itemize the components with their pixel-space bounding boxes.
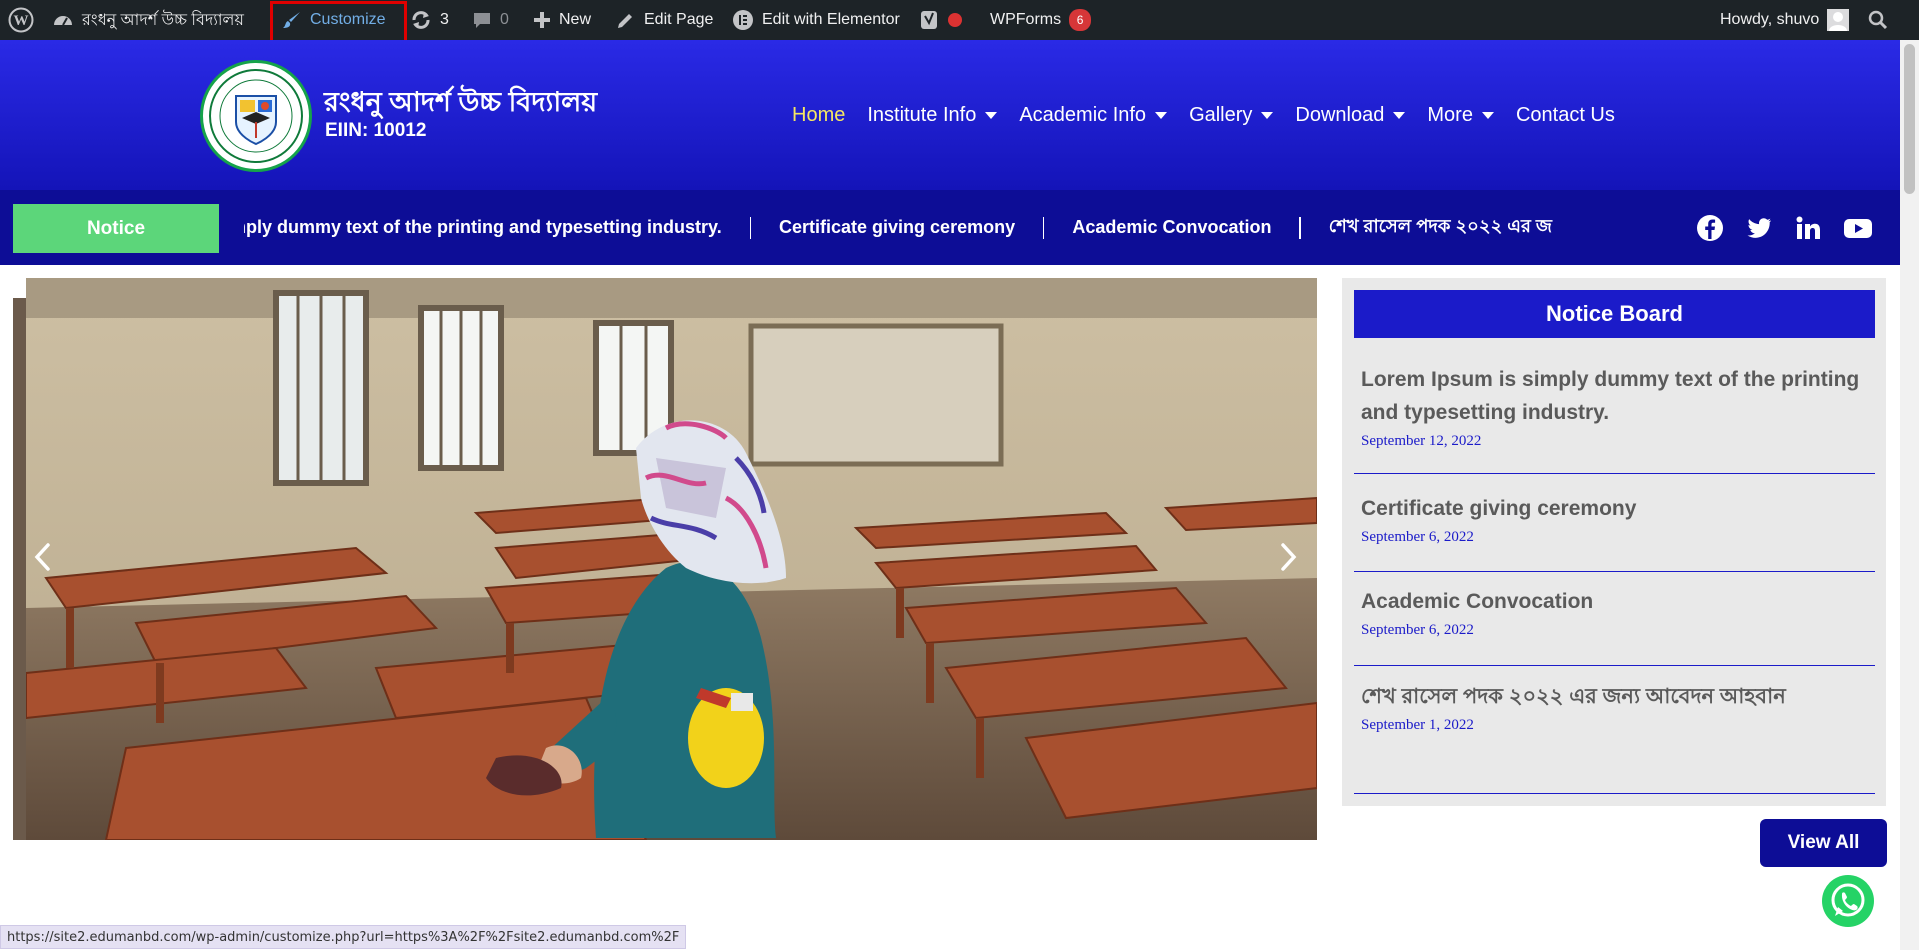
ticker-item[interactable]: : simply dummy text of the printing and … [244,217,750,238]
edit-page-label: Edit Page [644,11,714,28]
notice-board: Notice Board Lorem Ipsum is simply dummy… [1342,278,1886,806]
nav-academic-info[interactable]: Academic Info [1019,104,1168,127]
chevron-down-icon [985,112,998,119]
edit-page-link[interactable]: Edit Page [616,0,713,40]
nav-download-label: Download [1295,104,1385,126]
ticker-separator [749,216,752,239]
admin-site-link[interactable]: রংধনু আদর্শ উচ্চ বিদ্যালয় [52,0,244,40]
updates-refresh-icon [412,11,430,29]
nav-institute-info-label: Institute Info [867,104,977,126]
nav-gallery-label: Gallery [1189,104,1253,126]
chevron-left-icon [34,543,50,571]
updates-count: 3 [440,11,449,28]
view-all-button[interactable]: View All [1760,819,1887,867]
ticker-separator [1299,216,1301,239]
main-navigation: Home Institute Info Academic Info Galler… [792,104,1615,127]
wordpress-icon: W [8,7,34,33]
site-header: রংধনু আদর্শ উচ্চ বিদ্যালয় EIIN: 10012 H… [0,40,1900,190]
nav-more-label: More [1427,104,1473,126]
notice-board-item[interactable]: Certificate giving ceremony September 6,… [1354,492,1875,572]
comments-count: 0 [500,11,509,28]
avatar [1827,9,1850,31]
edit-with-elementor-link[interactable]: Edit with Elementor [732,0,900,40]
comments-link[interactable]: 0 [472,0,509,40]
nav-home[interactable]: Home [792,104,845,127]
notice-title[interactable]: Academic Convocation [1361,585,1868,618]
whatsapp-chat-button[interactable] [1821,874,1875,928]
wpforms-label: WPForms [990,11,1062,28]
twitter-icon[interactable] [1745,214,1773,242]
chevron-down-icon [1261,112,1274,119]
yoast-icon [921,11,937,29]
scrollbar-thumb[interactable] [1904,44,1915,194]
notice-ticker-strip: Notice : simply dummy text of the printi… [0,190,1900,265]
seo-status-dot-icon [948,13,962,27]
notice-title[interactable]: Lorem Ipsum is simply dummy text of the … [1361,363,1868,429]
admin-site-name: রংধনু আদর্শ উচ্চ বিদ্যালয় [82,11,244,29]
wpforms-link[interactable]: WPForms 6 [990,0,1092,40]
notice-board-item[interactable]: Academic Convocation September 6, 2022 [1354,585,1875,666]
chevron-right-icon [1281,543,1297,571]
updates-link[interactable]: 3 [410,0,449,40]
social-links [1696,214,1873,242]
chevron-down-icon [1155,112,1168,119]
search-icon [1868,10,1888,30]
nav-institute-info[interactable]: Institute Info [867,104,998,127]
chevron-down-icon [1393,112,1406,119]
notice-board-title: Notice Board [1354,290,1875,338]
plus-icon [534,12,550,28]
school-logo[interactable] [200,60,312,172]
nav-gallery[interactable]: Gallery [1189,104,1274,127]
ticker-item[interactable]: Academic Convocation [1072,217,1299,238]
classroom-photo [26,278,1317,840]
dashboard-gauge-icon [54,16,72,26]
school-crest-icon [209,69,303,163]
ticker-item[interactable]: শেখ রাসেল পদক ২০২২ এর জ [1329,212,1580,243]
site-eiin: EIIN: 10012 [325,120,427,141]
pencil-icon [618,14,632,28]
notice-title[interactable]: Certificate giving ceremony [1361,492,1868,525]
notice-board-item[interactable]: Lorem Ipsum is simply dummy text of the … [1354,360,1875,474]
wpforms-badge: 6 [1069,9,1092,31]
admin-search-button[interactable] [1868,0,1888,40]
facebook-icon[interactable] [1696,214,1724,242]
ticker-separator [1043,216,1045,239]
elementor-icon [733,10,753,30]
notice-date: September 6, 2022 [1361,622,1474,638]
notice-date: September 12, 2022 [1361,433,1482,449]
linkedin-icon[interactable] [1794,214,1822,242]
notice-ticker: : simply dummy text of the printing and … [244,190,1580,265]
howdy-label: Howdy, shuvo [1720,11,1820,28]
status-bar-url: https://site2.edumanbd.com/wp-admin/cust… [0,925,687,949]
notice-date: September 6, 2022 [1361,529,1474,545]
new-content-link[interactable]: New [533,0,591,40]
hero-slider[interactable] [26,278,1317,840]
notice-title[interactable]: শেখ রাসেল পদক ২০২২ এর জন্য আবেদন আহবান [1361,680,1868,713]
account-menu[interactable]: Howdy, shuvo [1720,0,1850,40]
whatsapp-icon [1822,875,1874,927]
nav-contact-us[interactable]: Contact Us [1516,104,1615,127]
notice-date: September 1, 2022 [1361,717,1474,733]
ticker-item[interactable]: Certificate giving ceremony [779,217,1043,238]
user-silhouette-icon [1827,9,1850,31]
admin-bar: W রংধনু আদর্শ উচ্চ বিদ্যালয় Customize 3… [0,0,1919,52]
nav-download[interactable]: Download [1295,104,1406,127]
svg-text:W: W [14,13,29,29]
nav-home-label: Home [792,104,846,126]
edit-elementor-label: Edit with Elementor [762,11,900,28]
chevron-down-icon [1481,112,1494,119]
nav-contact-us-label: Contact Us [1515,104,1615,126]
notice-label: Notice [13,204,219,253]
youtube-icon[interactable] [1843,214,1873,242]
yoast-seo-link[interactable] [920,0,962,40]
wordpress-logo-button[interactable]: W [8,0,34,40]
nav-more[interactable]: More [1427,104,1494,127]
new-label: New [559,11,592,28]
nav-academic-info-label: Academic Info [1019,104,1147,126]
slider-next-button[interactable] [1275,535,1303,579]
comment-bubble-icon [474,13,490,28]
page-scrollbar[interactable] [1900,40,1919,950]
slider-prev-button[interactable] [28,535,56,579]
notice-board-item[interactable]: শেখ রাসেল পদক ২০২২ এর জন্য আবেদন আহবান S… [1354,680,1875,794]
